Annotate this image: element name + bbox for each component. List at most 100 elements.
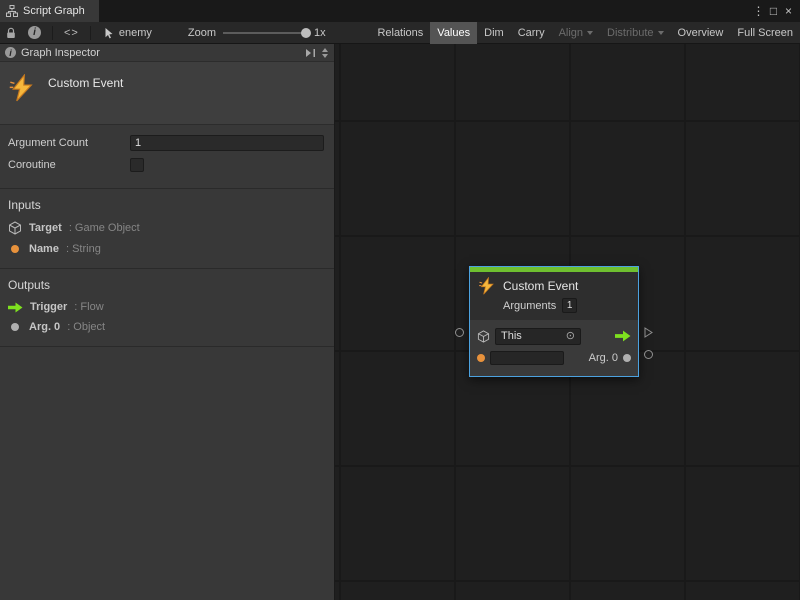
full-screen-button[interactable]: Full Screen: [730, 22, 800, 44]
values-button[interactable]: Values: [430, 22, 477, 44]
zoom-value: 1x: [314, 27, 326, 39]
argument-count-label: Argument Count: [8, 137, 130, 149]
custom-event-icon: [8, 74, 36, 102]
port-name: Arg. 0: [29, 321, 60, 333]
port-type: : Game Object: [69, 222, 140, 234]
graph-inspector-title: Graph Inspector: [21, 47, 100, 59]
graph-name-label: enemy: [119, 27, 152, 39]
window-controls: ⋮ □ ×: [751, 0, 800, 22]
node-arguments-row: Arguments 1: [503, 298, 630, 313]
port-type: : String: [66, 243, 101, 255]
node-body: This ⊙ Arg. 0: [470, 320, 638, 376]
event-header-block: Custom Event: [0, 61, 334, 125]
distribute-dropdown[interactable]: Distribute: [600, 22, 670, 44]
event-name-input[interactable]: [490, 351, 564, 365]
object-port-icon: [623, 354, 631, 362]
arg0-output-port[interactable]: [644, 350, 653, 359]
maximize-icon[interactable]: □: [766, 0, 781, 22]
triangle-port-icon: [644, 327, 653, 338]
port-type: : Flow: [74, 301, 103, 313]
carry-button[interactable]: Carry: [511, 22, 552, 44]
toolbar-buttons: Relations Values Dim Carry Align Distrib…: [370, 22, 800, 44]
divider: [0, 346, 334, 347]
coroutine-row: Coroutine: [0, 155, 334, 175]
node-title: Custom Event: [503, 279, 578, 293]
close-icon[interactable]: ×: [781, 0, 796, 22]
string-port-icon: [477, 354, 485, 362]
unity-script-graph-window: { "icons": { "info": "i", "menu": "⋮", "…: [0, 0, 800, 600]
info-icon: i: [5, 47, 16, 58]
overview-button[interactable]: Overview: [671, 22, 731, 44]
node-title-row: Custom Event: [478, 277, 630, 295]
arguments-label: Arguments: [503, 300, 556, 312]
target-dropdown[interactable]: This ⊙: [495, 328, 581, 345]
object-picker-icon[interactable]: ⊙: [566, 331, 575, 342]
arg0-label: Arg. 0: [589, 352, 618, 364]
port-name: Target: [29, 222, 62, 234]
flow-arrow-icon: [8, 302, 23, 313]
port-type: : Object: [67, 321, 105, 333]
name-port-row: Arg. 0: [477, 347, 631, 369]
relations-button[interactable]: Relations: [370, 22, 430, 44]
target-input-port[interactable]: [455, 328, 464, 337]
dock-icon[interactable]: [304, 48, 316, 58]
zoom-control: Zoom 1x: [188, 27, 326, 39]
zoom-slider-knob[interactable]: [301, 28, 311, 38]
tab-label: Script Graph: [23, 5, 85, 17]
chevron-down-icon: [587, 31, 593, 35]
inputs-section: Inputs Target : Game Object Name : Strin…: [0, 189, 334, 259]
inspector-toggle-button[interactable]: i: [22, 22, 47, 44]
trigger-flow-port[interactable]: [644, 327, 653, 341]
custom-event-node[interactable]: Custom Event Arguments 1 This ⊙: [469, 266, 639, 377]
toolbar-separator: [90, 26, 91, 40]
dim-button[interactable]: Dim: [477, 22, 511, 44]
distribute-label: Distribute: [607, 27, 653, 39]
port-row-target: Target : Game Object: [0, 217, 334, 239]
align-dropdown[interactable]: Align: [552, 22, 600, 44]
argument-count-input[interactable]: [130, 135, 324, 151]
port-name: Name: [29, 243, 59, 255]
window-titlebar: Script Graph ⋮ □ ×: [0, 0, 800, 22]
port-row-name: Name : String: [0, 239, 334, 259]
graph-inspector-header: i Graph Inspector: [0, 44, 334, 61]
port-row-arg0: Arg. 0 : Object: [0, 317, 334, 337]
outputs-section: Outputs Trigger : Flow Arg. 0 : Object: [0, 269, 334, 337]
window-menu-icon[interactable]: ⋮: [751, 0, 766, 22]
argument-count-row: Argument Count: [0, 133, 334, 153]
code-view-button[interactable]: <>: [58, 22, 85, 44]
cube-icon: [8, 221, 22, 235]
target-port-row: This ⊙: [477, 325, 631, 347]
chevron-up-icon: [322, 48, 328, 52]
event-title: Custom Event: [48, 74, 123, 90]
zoom-label: Zoom: [188, 27, 216, 39]
tab-script-graph[interactable]: Script Graph: [0, 0, 99, 22]
chevron-down-icon: [322, 54, 328, 58]
inputs-title: Inputs: [0, 189, 334, 217]
flow-arrow-icon: [615, 330, 631, 342]
object-port-icon: [11, 323, 19, 331]
graph-toolbar: i <> enemy Zoom 1x Relations Values Dim …: [0, 22, 800, 44]
align-label: Align: [559, 27, 583, 39]
event-settings: Argument Count Coroutine: [0, 125, 334, 179]
cube-icon: [477, 330, 490, 343]
custom-event-icon: [478, 277, 496, 295]
graph-canvas[interactable]: Custom Event Arguments 1 This ⊙: [335, 44, 800, 600]
trigger-output-slot: [615, 330, 631, 342]
zoom-slider[interactable]: [223, 32, 307, 34]
cursor-icon: [104, 27, 114, 39]
script-graph-icon: [6, 5, 18, 17]
outputs-title: Outputs: [0, 269, 334, 297]
code-icon: <>: [64, 27, 79, 39]
target-value: This: [501, 330, 522, 342]
info-icon: i: [28, 26, 41, 39]
node-header[interactable]: Custom Event Arguments 1: [470, 272, 638, 320]
chevron-down-icon: [658, 31, 664, 35]
lock-button[interactable]: [0, 22, 22, 44]
panel-scroll-spinner[interactable]: [322, 48, 329, 58]
lock-icon: [6, 27, 16, 39]
coroutine-checkbox[interactable]: [130, 158, 144, 172]
graph-inspector-panel: i Graph Inspector Custom Event Argument …: [0, 44, 335, 600]
port-row-trigger: Trigger : Flow: [0, 297, 334, 317]
graph-breadcrumb[interactable]: enemy: [96, 27, 160, 39]
arguments-count-field[interactable]: 1: [562, 298, 577, 313]
